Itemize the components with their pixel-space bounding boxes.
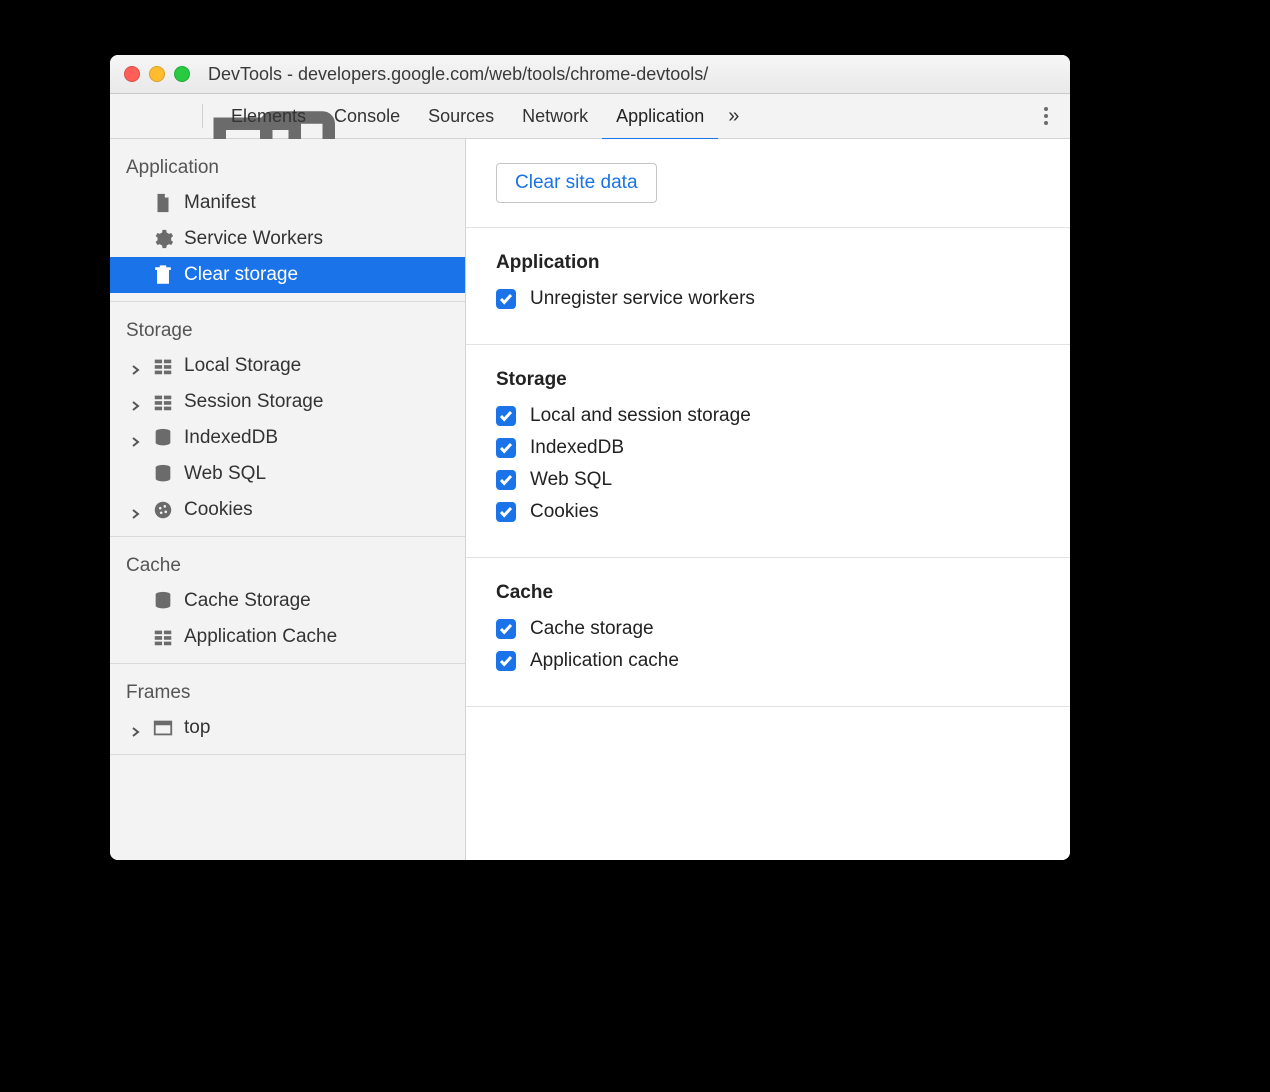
minimize-window-button[interactable]	[149, 66, 165, 82]
sidebar-item-label: Cache Storage	[184, 590, 311, 612]
clear-site-data-button[interactable]: Clear site data	[496, 163, 657, 203]
sidebar-group-title: Application	[110, 147, 465, 185]
table-icon	[152, 391, 174, 413]
tab-sources[interactable]: Sources	[414, 94, 508, 138]
file-icon	[152, 192, 174, 214]
tab-console[interactable]: Console	[320, 94, 414, 138]
sidebar-item-label: Local Storage	[184, 355, 301, 377]
window-title: DevTools - developers.google.com/web/too…	[208, 64, 1056, 85]
cookie-icon	[152, 499, 174, 521]
table-icon	[152, 626, 174, 648]
devtools-toolbar: Elements Console Sources Network Applica…	[110, 94, 1070, 139]
gear-icon	[152, 228, 174, 250]
checkbox[interactable]	[496, 619, 516, 639]
trash-icon	[152, 264, 174, 286]
sidebar-item-label: Web SQL	[184, 463, 266, 485]
sidebar-item-label: Manifest	[184, 192, 256, 214]
devtools-window: DevTools - developers.google.com/web/too…	[110, 55, 1070, 860]
sidebar-item-application-cache[interactable]: Application Cache	[110, 619, 465, 655]
checkbox[interactable]	[496, 438, 516, 458]
tab-elements[interactable]: Elements	[217, 94, 320, 138]
sidebar-item-label: Application Cache	[184, 626, 337, 648]
checkbox-label: IndexedDB	[530, 437, 624, 459]
checkbox-label: Local and session storage	[530, 405, 751, 427]
application-sidebar: Application Manifest Service Workers Clear …	[110, 139, 466, 860]
checkbox-label: Application cache	[530, 650, 679, 672]
window-controls	[124, 66, 190, 82]
checkbox[interactable]	[496, 651, 516, 671]
sidebar-item-service-workers[interactable]: Service Workers	[110, 221, 465, 257]
sidebar-item-label: Session Storage	[184, 391, 323, 413]
checkbox[interactable]	[496, 502, 516, 522]
sidebar-item-indexeddb[interactable]: IndexedDB	[110, 420, 465, 456]
sidebar-item-label: Service Workers	[184, 228, 323, 250]
toggle-device-icon[interactable]	[160, 105, 182, 127]
section-title: Cache	[496, 582, 1040, 604]
checkbox-row: Web SQL	[496, 469, 1040, 491]
sidebar-item-label: IndexedDB	[184, 427, 278, 449]
tab-network[interactable]: Network	[508, 94, 602, 138]
expand-arrow-icon[interactable]	[130, 722, 142, 734]
checkbox-row: IndexedDB	[496, 437, 1040, 459]
db-icon	[152, 463, 174, 485]
inspect-element-icon[interactable]	[126, 105, 148, 127]
sidebar-item-clear-storage[interactable]: Clear storage	[110, 257, 465, 293]
expand-arrow-icon[interactable]	[130, 432, 142, 444]
checkbox-label: Cookies	[530, 501, 599, 523]
clear-storage-pane: Clear site data Application Unregister ser…	[466, 139, 1070, 860]
sidebar-item-cache-storage[interactable]: Cache Storage	[110, 583, 465, 619]
section-title: Application	[496, 252, 1040, 274]
menu-icon[interactable]	[1032, 107, 1060, 125]
section-title: Storage	[496, 369, 1040, 391]
checkbox[interactable]	[496, 470, 516, 490]
frame-icon	[152, 717, 174, 739]
sidebar-group-title: Storage	[110, 310, 465, 348]
sidebar-item-top[interactable]: top	[110, 710, 465, 746]
sidebar-item-cookies[interactable]: Cookies	[110, 492, 465, 528]
sidebar-group-title: Cache	[110, 545, 465, 583]
sidebar-item-manifest[interactable]: Manifest	[110, 185, 465, 221]
db-icon	[152, 427, 174, 449]
sidebar-item-label: Clear storage	[184, 264, 298, 286]
checkbox-row: Local and session storage	[496, 405, 1040, 427]
expand-arrow-icon[interactable]	[130, 360, 142, 372]
checkbox-label: Unregister service workers	[530, 288, 755, 310]
tab-overflow[interactable]: »	[718, 105, 749, 128]
expand-arrow-icon[interactable]	[130, 504, 142, 516]
checkbox-row: Unregister service workers	[496, 288, 1040, 310]
sidebar-item-web-sql[interactable]: Web SQL	[110, 456, 465, 492]
db-icon	[152, 590, 174, 612]
close-window-button[interactable]	[124, 66, 140, 82]
sidebar-item-session-storage[interactable]: Session Storage	[110, 384, 465, 420]
titlebar: DevTools - developers.google.com/web/too…	[110, 55, 1070, 94]
table-icon	[152, 355, 174, 377]
sidebar-group-title: Frames	[110, 672, 465, 710]
checkbox[interactable]	[496, 289, 516, 309]
sidebar-item-label: top	[184, 717, 210, 739]
checkbox-row: Application cache	[496, 650, 1040, 672]
sidebar-item-local-storage[interactable]: Local Storage	[110, 348, 465, 384]
separator	[202, 104, 203, 128]
checkbox-label: Web SQL	[530, 469, 612, 491]
panel-body: Application Manifest Service Workers Clear …	[110, 139, 1070, 860]
zoom-window-button[interactable]	[174, 66, 190, 82]
checkbox-row: Cookies	[496, 501, 1040, 523]
sidebar-item-label: Cookies	[184, 499, 253, 521]
checkbox[interactable]	[496, 406, 516, 426]
expand-arrow-icon[interactable]	[130, 396, 142, 408]
checkbox-label: Cache storage	[530, 618, 654, 640]
checkbox-row: Cache storage	[496, 618, 1040, 640]
tab-application[interactable]: Application	[602, 91, 718, 141]
